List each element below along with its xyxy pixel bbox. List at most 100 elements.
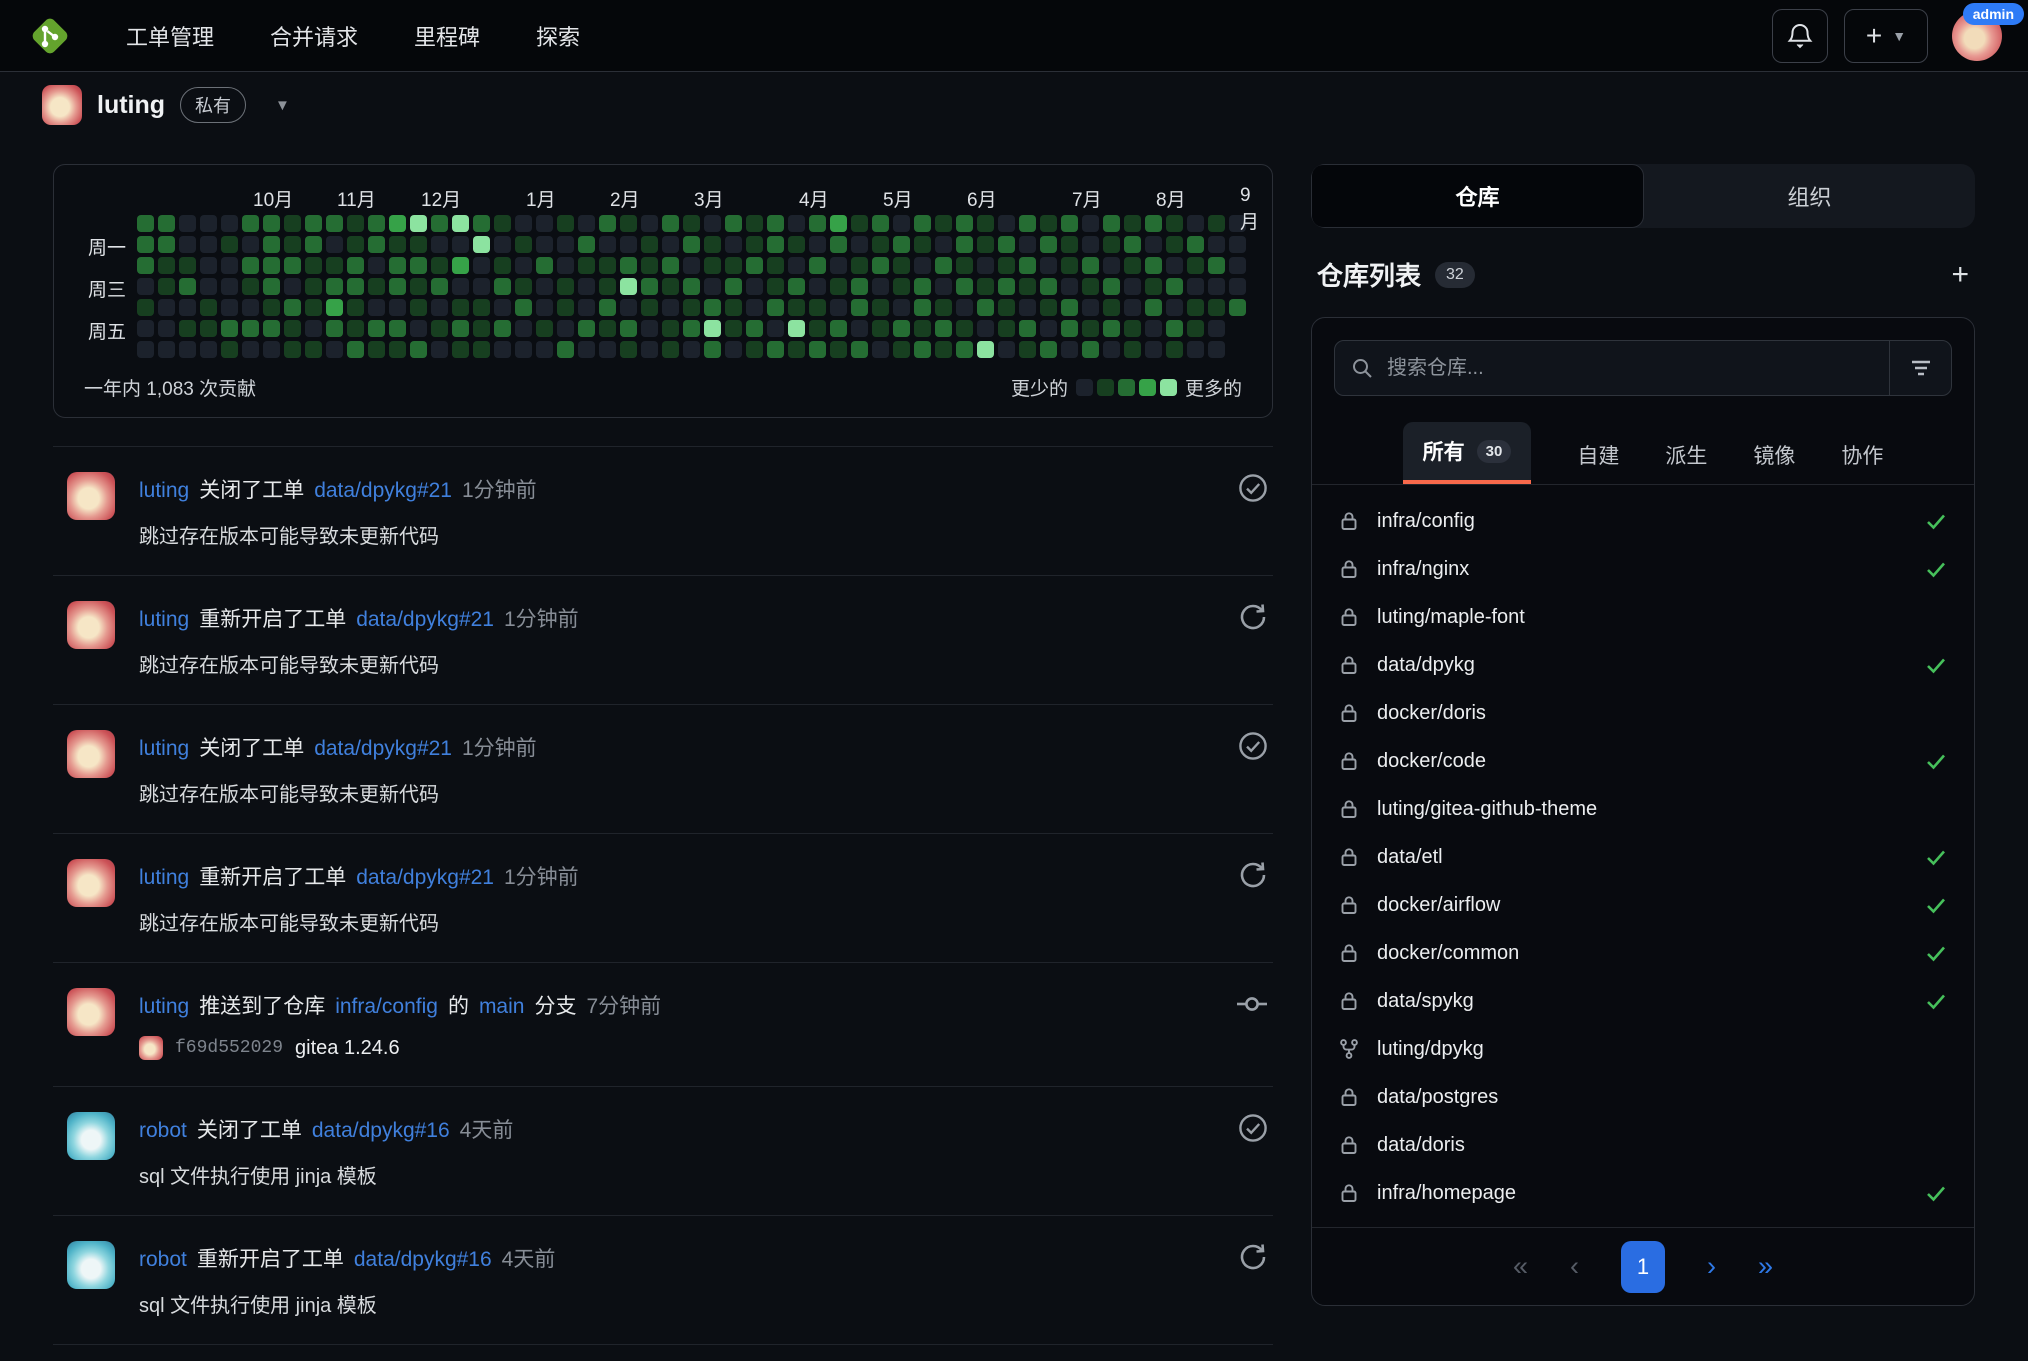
repo-filter-forks[interactable]: 派生 — [1665, 426, 1707, 484]
heatmap-cell[interactable] — [305, 236, 322, 253]
heatmap-cell[interactable] — [326, 257, 343, 274]
heatmap-cell[interactable] — [1019, 278, 1036, 295]
heatmap-cell[interactable] — [368, 215, 385, 232]
heatmap-cell[interactable] — [599, 299, 616, 316]
target-link[interactable]: data/dpykg#16 — [312, 1119, 450, 1143]
heatmap-cell[interactable] — [1187, 257, 1204, 274]
heatmap-cell[interactable] — [1187, 236, 1204, 253]
heatmap-cell[interactable] — [1019, 341, 1036, 358]
heatmap-cell[interactable] — [746, 320, 763, 337]
heatmap-cell[interactable] — [1229, 236, 1246, 253]
heatmap-cell[interactable] — [851, 257, 868, 274]
heatmap-cell[interactable] — [998, 278, 1015, 295]
heatmap-cell[interactable] — [1061, 236, 1078, 253]
heatmap-cell[interactable] — [683, 257, 700, 274]
page-current[interactable]: 1 — [1621, 1241, 1665, 1293]
heatmap-cell[interactable] — [431, 341, 448, 358]
feed-avatar[interactable] — [67, 601, 115, 649]
heatmap-cell[interactable] — [767, 320, 784, 337]
heatmap-cell[interactable] — [410, 257, 427, 274]
heatmap-cell[interactable] — [242, 278, 259, 295]
heatmap-cell[interactable] — [452, 236, 469, 253]
heatmap-cell[interactable] — [389, 320, 406, 337]
heatmap-cell[interactable] — [1103, 278, 1120, 295]
heatmap-cell[interactable] — [1145, 320, 1162, 337]
actor-link[interactable]: luting — [139, 737, 189, 761]
heatmap-cell[interactable] — [683, 299, 700, 316]
heatmap-cell[interactable] — [389, 236, 406, 253]
heatmap-cell[interactable] — [977, 278, 994, 295]
heatmap-cell[interactable] — [746, 341, 763, 358]
heatmap-cell[interactable] — [1145, 257, 1162, 274]
heatmap-cell[interactable] — [830, 236, 847, 253]
heatmap-cell[interactable] — [326, 320, 343, 337]
heatmap-cell[interactable] — [515, 278, 532, 295]
heatmap-cell[interactable] — [788, 341, 805, 358]
heatmap-cell[interactable] — [662, 320, 679, 337]
heatmap-cell[interactable] — [1103, 215, 1120, 232]
tab-organizations[interactable]: 组织 — [1644, 164, 1975, 228]
heatmap-cell[interactable] — [263, 341, 280, 358]
heatmap-cell[interactable] — [683, 320, 700, 337]
repo-row[interactable]: docker/doris — [1312, 689, 1974, 737]
repo-link[interactable]: luting/maple-font — [1377, 606, 1525, 629]
heatmap-cell[interactable] — [662, 278, 679, 295]
heatmap-cell[interactable] — [179, 341, 196, 358]
heatmap-cell[interactable] — [956, 215, 973, 232]
heatmap-cell[interactable] — [200, 278, 217, 295]
heatmap-cell[interactable] — [1208, 299, 1225, 316]
heatmap-cell[interactable] — [767, 236, 784, 253]
heatmap-cell[interactable] — [389, 278, 406, 295]
heatmap-cell[interactable] — [725, 299, 742, 316]
heatmap-cell[interactable] — [1229, 257, 1246, 274]
heatmap-cell[interactable] — [473, 299, 490, 316]
heatmap-cell[interactable] — [473, 278, 490, 295]
heatmap-cell[interactable] — [1166, 341, 1183, 358]
heatmap-cell[interactable] — [935, 299, 952, 316]
heatmap-cell[interactable] — [599, 215, 616, 232]
heatmap-cell[interactable] — [452, 299, 469, 316]
heatmap-cell[interactable] — [557, 215, 574, 232]
heatmap-cell[interactable] — [1061, 299, 1078, 316]
repo-filter-mirrors[interactable]: 镜像 — [1753, 426, 1795, 484]
heatmap-cell[interactable] — [872, 320, 889, 337]
repo-filter-own[interactable]: 自建 — [1577, 426, 1619, 484]
heatmap-cell[interactable] — [725, 236, 742, 253]
heatmap-cell[interactable] — [746, 299, 763, 316]
heatmap-cell[interactable] — [368, 278, 385, 295]
heatmap-cell[interactable] — [326, 236, 343, 253]
heatmap-cell[interactable] — [515, 215, 532, 232]
heatmap-cell[interactable] — [515, 257, 532, 274]
heatmap-cell[interactable] — [893, 215, 910, 232]
heatmap-cell[interactable] — [809, 257, 826, 274]
heatmap-cell[interactable] — [641, 236, 658, 253]
heatmap-cell[interactable] — [641, 257, 658, 274]
heatmap-cell[interactable] — [767, 299, 784, 316]
repo-row[interactable]: luting/maple-font — [1312, 593, 1974, 641]
heatmap-cell[interactable] — [389, 257, 406, 274]
heatmap-cell[interactable] — [872, 278, 889, 295]
heatmap-cell[interactable] — [704, 236, 721, 253]
heatmap-cell[interactable] — [683, 341, 700, 358]
heatmap-cell[interactable] — [431, 320, 448, 337]
heatmap-cell[interactable] — [977, 320, 994, 337]
actor-link[interactable]: luting — [139, 608, 189, 632]
heatmap-cell[interactable] — [1040, 236, 1057, 253]
heatmap-cell[interactable] — [158, 341, 175, 358]
heatmap-cell[interactable] — [494, 236, 511, 253]
heatmap-cell[interactable] — [767, 215, 784, 232]
actor-link[interactable]: luting — [139, 866, 189, 890]
heatmap-cell[interactable] — [935, 257, 952, 274]
page-first-button[interactable]: « — [1513, 1251, 1528, 1282]
heatmap-cell[interactable] — [473, 215, 490, 232]
heatmap-cell[interactable] — [284, 299, 301, 316]
heatmap-cell[interactable] — [221, 215, 238, 232]
heatmap-cell[interactable] — [1040, 341, 1057, 358]
heatmap-cell[interactable] — [1208, 236, 1225, 253]
heatmap-cell[interactable] — [935, 341, 952, 358]
heatmap-cell[interactable] — [158, 257, 175, 274]
heatmap-cell[interactable] — [1082, 257, 1099, 274]
heatmap-cell[interactable] — [515, 299, 532, 316]
heatmap-cell[interactable] — [557, 320, 574, 337]
repo-row[interactable]: data/dpykg — [1312, 641, 1974, 689]
